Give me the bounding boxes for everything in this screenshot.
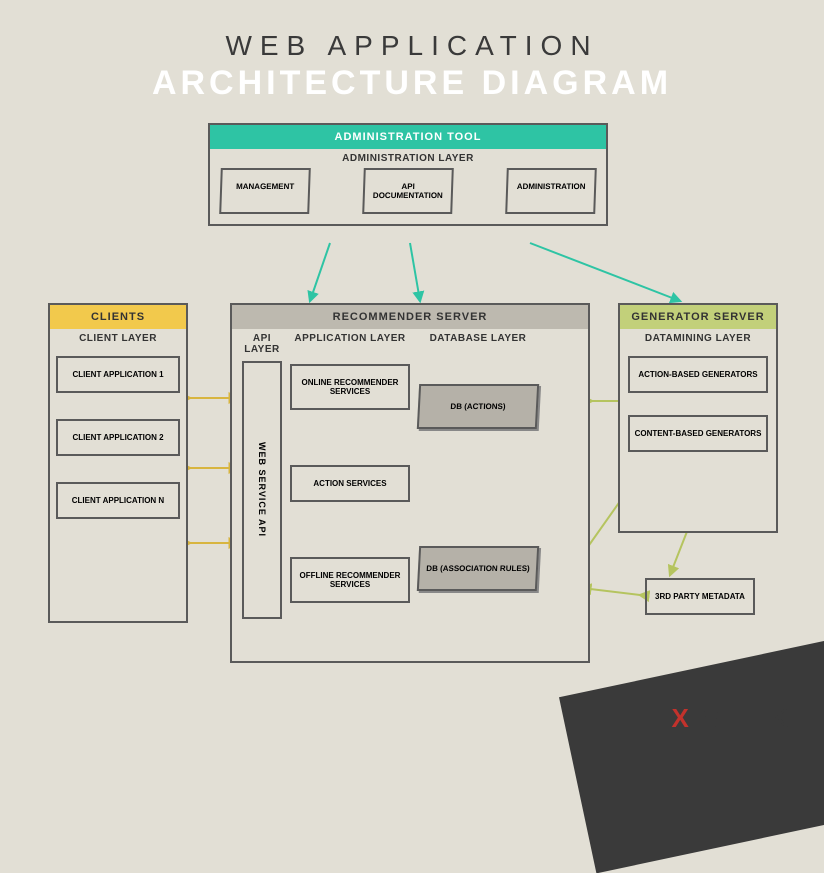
action-based-generators-box: ACTION-BASED GENERATORS [628, 356, 768, 393]
api-layer-label: API LAYER [242, 329, 282, 359]
db-association-rules-box: DB (ASSOCIATION RULES) [417, 546, 539, 591]
diagram-title: WEB APPLICATION ARCHITECTURE DIAGRAM [0, 0, 824, 103]
clients-header: CLIENTS [50, 305, 186, 329]
application-layer-label: APPLICATION LAYER [290, 329, 410, 348]
existek-logo: E X ISTEK [654, 703, 794, 734]
title-line-1: WEB APPLICATION [0, 30, 824, 62]
datamining-layer-label: DATAMINING LAYER [620, 329, 776, 348]
admin-layer-label: ADMINISTRATION LAYER [210, 149, 606, 168]
offline-recommender-box: OFFLINE RECOMMENDER SERVICES [290, 557, 410, 603]
third-party-metadata-box: 3RD PARTY METADATA [645, 578, 755, 615]
client-app-n-box: CLIENT APPLICATION N [56, 482, 180, 519]
recommender-header: RECOMMENDER SERVER [232, 305, 588, 329]
content-based-generators-box: CONTENT-BASED GENERATORS [628, 415, 768, 452]
administration-tool-panel: ADMINISTRATION TOOL ADMINISTRATION LAYER… [208, 123, 608, 226]
title-line-2: ARCHITECTURE DIAGRAM [0, 64, 824, 103]
client-app-1-box: CLIENT APPLICATION 1 [56, 356, 180, 393]
management-box: MANAGEMENT [219, 168, 311, 214]
api-documentation-box: API DOCUMENTATION [362, 168, 454, 214]
architecture-diagram: ADMINISTRATION TOOL ADMINISTRATION LAYER… [0, 123, 824, 683]
web-service-api-label: WEB SERVICE API [257, 442, 267, 537]
clients-panel: CLIENTS CLIENT LAYER CLIENT APPLICATION … [48, 303, 188, 623]
recommender-server-panel: RECOMMENDER SERVER API LAYER WEB SERVICE… [230, 303, 590, 663]
generator-server-panel: GENERATOR SERVER DATAMINING LAYER ACTION… [618, 303, 778, 533]
database-layer-label: DATABASE LAYER [418, 329, 538, 348]
administration-box: ADMINISTRATION [505, 168, 597, 214]
client-app-2-box: CLIENT APPLICATION 2 [56, 419, 180, 456]
generator-header: GENERATOR SERVER [620, 305, 776, 329]
admin-header: ADMINISTRATION TOOL [210, 125, 606, 149]
client-layer-label: CLIENT LAYER [50, 329, 186, 348]
db-actions-box: DB (ACTIONS) [417, 384, 539, 429]
online-recommender-box: ONLINE RECOMMENDER SERVICES [290, 364, 410, 410]
action-services-box: ACTION SERVICES [290, 465, 410, 502]
web-service-api-box: WEB SERVICE API [242, 361, 282, 619]
logo-post: ISTEK [689, 703, 794, 734]
